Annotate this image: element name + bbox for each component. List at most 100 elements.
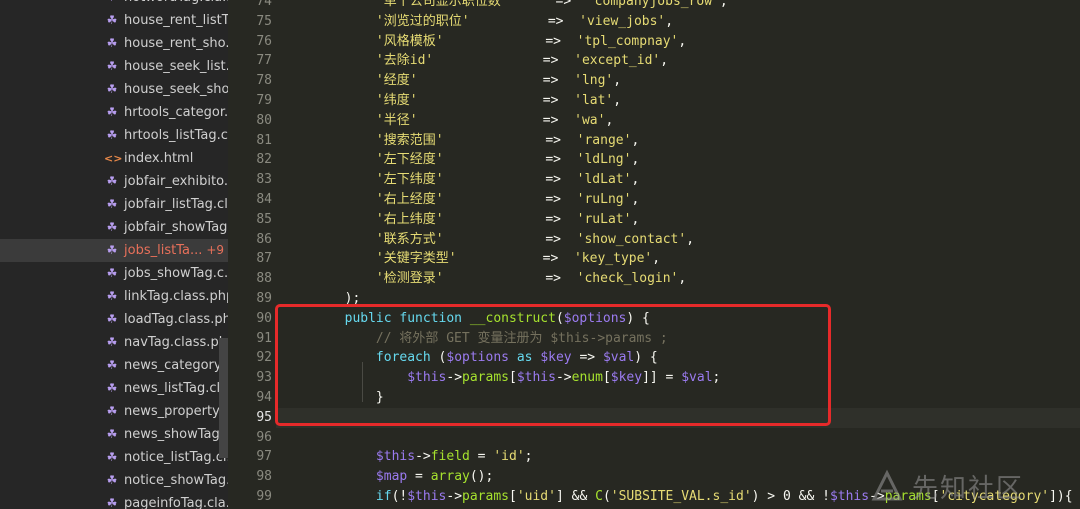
file-item[interactable]: ☘ pageinfoTag.cla... [0, 492, 228, 509]
file-item[interactable]: ☘ jobs_listTa... +9 [0, 239, 228, 262]
code-token: , [631, 152, 640, 168]
code-token: => [443, 132, 577, 148]
php-file-icon: ☘ [106, 36, 118, 50]
code-token: , [686, 231, 695, 247]
code-token: => [417, 112, 575, 128]
file-item[interactable]: ☘ house_seek_list... [0, 55, 228, 78]
code-line[interactable]: '右上经度' => 'ruLng', [276, 190, 1080, 210]
file-item[interactable]: ☘ house_rent_sho... [0, 32, 228, 55]
code-line[interactable]: '去除id' => 'except_id', [276, 51, 1080, 71]
file-name: notice_listTag.cl... [124, 450, 228, 465]
line-number: 88 [256, 271, 272, 287]
code-line[interactable]: '左下经度' => 'ldLng', [276, 150, 1080, 170]
file-item[interactable]: ☘ news_categoryT... [0, 354, 228, 377]
code-token: => [443, 271, 577, 287]
code-token: C [595, 488, 603, 504]
code-token: -> [415, 449, 431, 465]
line-number: 94 [256, 389, 272, 405]
code-token: , [631, 132, 640, 148]
code-line[interactable] [276, 428, 1080, 448]
code-token: => [417, 73, 575, 89]
file-name: jobs_listTa... [124, 243, 203, 258]
code-line[interactable]: '浏览过的职位' => 'view_jobs', [276, 12, 1080, 32]
file-item[interactable]: ☘ news_showTag.... [0, 423, 228, 446]
line-number: 85 [256, 211, 272, 227]
file-item[interactable]: ☘ hotwordTag.cla... [0, 0, 228, 9]
file-item[interactable]: ☘ linkTag.class.php [0, 285, 228, 308]
file-item[interactable]: ☘ house_rent_listT... [0, 9, 228, 32]
code-token: '检测登录' [282, 271, 444, 287]
code-line[interactable]: '纬度' => 'lat', [276, 91, 1080, 111]
code-token: 'wa' [574, 112, 606, 128]
code-line[interactable]: '关键字类型' => 'key_type', [276, 249, 1080, 269]
file-item[interactable]: ☘ jobs_showTag.c... [0, 262, 228, 285]
file-item[interactable]: ☘ navTag.class.php [0, 331, 228, 354]
file-name: news_listTag.cla... [124, 381, 228, 396]
php-file-icon: ☘ [106, 473, 118, 487]
code-line[interactable]: '左下纬度' => 'ldLat', [276, 170, 1080, 190]
code-token: field [430, 449, 470, 465]
php-file-icon: ☘ [106, 266, 118, 280]
code-token: 'uid' [516, 488, 556, 504]
code-line[interactable]: '联系方式' => 'show_contact', [276, 230, 1080, 250]
code-editor[interactable]: '单个公司显示职位数' => 'companyjobs_row', '浏览过的职… [276, 0, 1080, 509]
line-number: 76 [256, 33, 272, 49]
file-item[interactable]: ☘ hrtools_categor... [0, 101, 228, 124]
file-name: loadTag.class.ph... [124, 312, 228, 327]
file-item[interactable]: ☘ loadTag.class.ph... [0, 308, 228, 331]
line-number: 99 [256, 488, 272, 504]
html-file-icon: <> [104, 152, 123, 165]
file-name: house_seek_list... [124, 59, 228, 74]
code-token: , [613, 92, 622, 108]
xianzhi-logo-icon [871, 469, 903, 501]
file-item[interactable]: ☘ hrtools_listTag.c... [0, 124, 228, 147]
file-item[interactable]: ☘ jobfair_listTag.cl... [0, 193, 228, 216]
code-token: , [631, 211, 640, 227]
code-line[interactable]: '检测登录' => 'check_login', [276, 269, 1080, 289]
code-token: (); [469, 469, 494, 485]
php-file-icon: ☘ [106, 128, 118, 142]
file-item[interactable]: ☘ jobfair_showTag... [0, 216, 228, 239]
code-token: => [443, 211, 577, 227]
file-item[interactable]: ☘ news_listTag.cla... [0, 377, 228, 400]
php-file-icon: ☘ [106, 220, 118, 234]
code-token: = [469, 449, 494, 465]
code-token: '纬度' [282, 92, 418, 108]
code-line[interactable]: '风格模板' => 'tpl_compnay', [276, 32, 1080, 52]
php-file-icon: ☘ [106, 13, 118, 27]
code-token: 'lng' [574, 73, 614, 89]
code-line[interactable]: $this->field = 'id'; [276, 447, 1080, 467]
code-token: $map [282, 469, 408, 485]
file-item[interactable]: ☘ house_seek_sho... [0, 78, 228, 101]
file-item[interactable]: ☘ news_propertyT... [0, 400, 228, 423]
line-number: 77 [256, 53, 272, 69]
file-item[interactable]: ☘ notice_showTag... [0, 469, 228, 492]
code-token: 'show_contact' [576, 231, 687, 247]
line-number: 97 [256, 449, 272, 465]
code-token: $this [282, 449, 416, 465]
code-line[interactable]: '经度' => 'lng', [276, 71, 1080, 91]
code-line[interactable]: '半径' => 'wa', [276, 111, 1080, 131]
code-token: 'view_jobs' [579, 13, 666, 29]
line-number-gutter: 74 75 76 77 78 79 80 81 82 83 84 85 86 87 88 89 90 91 92 93… [228, 0, 276, 509]
code-line[interactable]: '单个公司显示职位数' => 'companyjobs_row', [276, 0, 1080, 12]
code-line[interactable]: '搜索范围' => 'range', [276, 131, 1080, 151]
code-token: array [430, 469, 470, 485]
code-line[interactable]: '右上纬度' => 'ruLat', [276, 210, 1080, 230]
file-item[interactable]: ☘ jobfair_exhibito... [0, 170, 228, 193]
watermark-text: 先知社区 [912, 473, 1025, 504]
php-file-icon: ☘ [106, 450, 118, 464]
line-number: 84 [256, 191, 272, 207]
file-item[interactable]: ☘ notice_listTag.cl... [0, 446, 228, 469]
code-token: => [469, 13, 580, 29]
line-number: 90 [256, 310, 272, 326]
code-token: [ [509, 488, 517, 504]
file-name: news_showTag.... [124, 427, 228, 442]
file-item[interactable]: <> index.html [0, 147, 228, 170]
code-token: => [443, 231, 577, 247]
code-token: , [631, 191, 640, 207]
sidebar-scrollbar[interactable] [219, 338, 228, 458]
php-file-icon: ☘ [106, 243, 118, 257]
code-token: => [443, 33, 577, 49]
file-name: pageinfoTag.cla... [124, 496, 228, 509]
